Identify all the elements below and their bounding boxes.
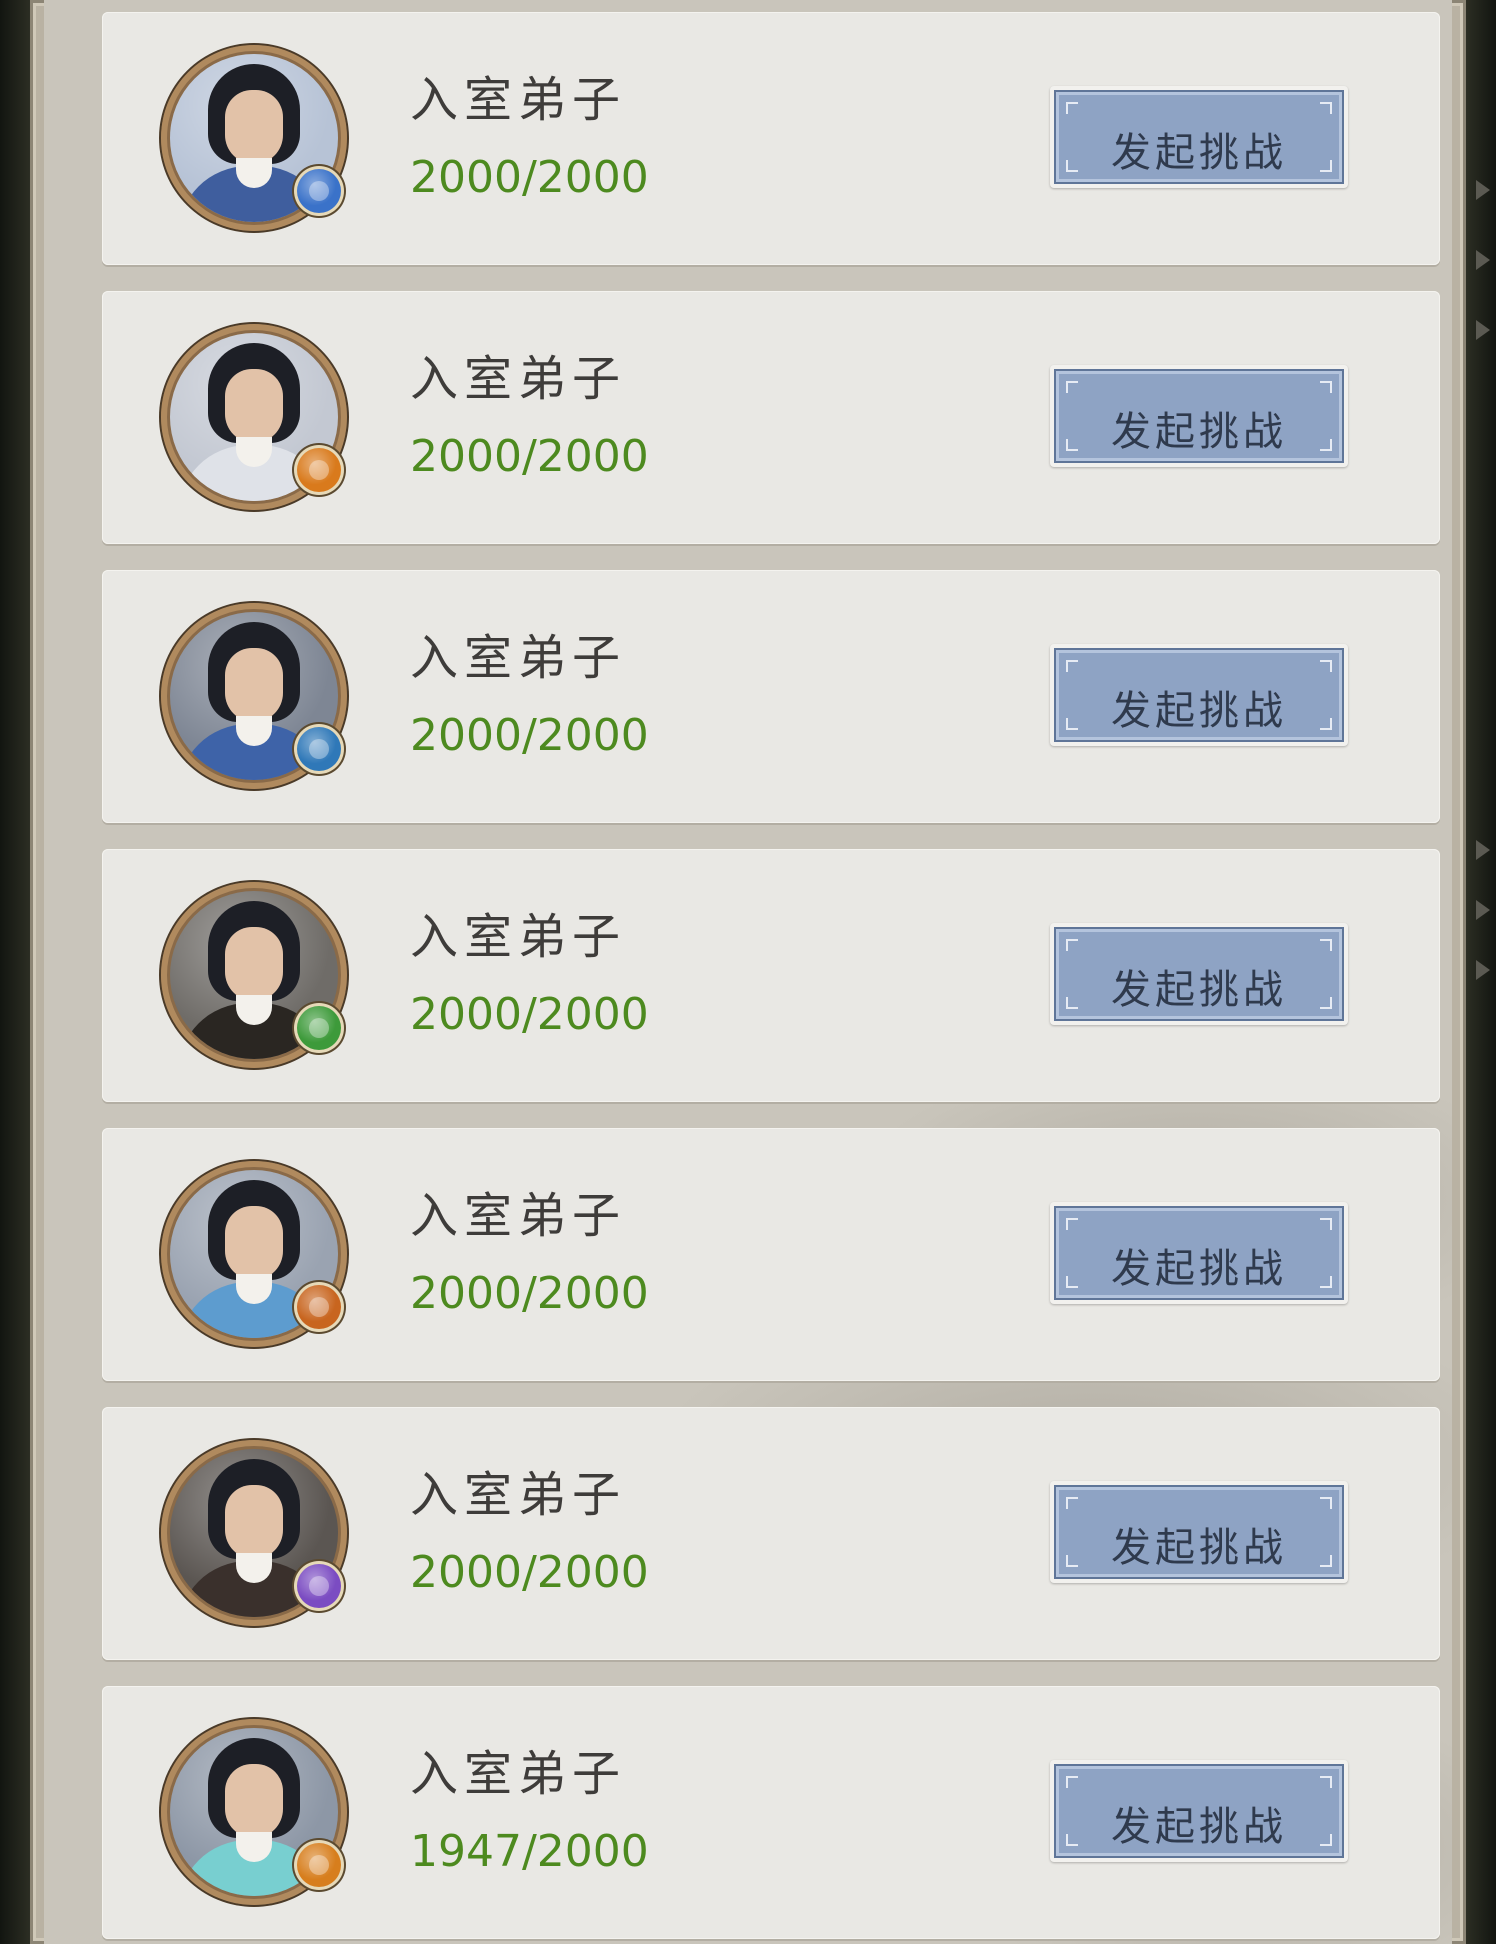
avatar[interactable] bbox=[161, 882, 347, 1068]
portrait-face bbox=[225, 369, 283, 443]
button-corner-ornament bbox=[1320, 1497, 1332, 1509]
disciple-rank-title: 入室弟子 bbox=[410, 351, 627, 407]
challenge-button-label: 发起挑战 bbox=[1111, 1804, 1287, 1850]
avatar[interactable] bbox=[161, 603, 347, 789]
frame-spike bbox=[1476, 840, 1490, 860]
challenge-button-face: 发起挑战 bbox=[1054, 369, 1344, 463]
portrait-face bbox=[225, 927, 283, 1001]
challenge-button-face: 发起挑战 bbox=[1054, 927, 1344, 1021]
frame-spike bbox=[1476, 250, 1490, 270]
avatar[interactable] bbox=[161, 1440, 347, 1626]
button-corner-ornament bbox=[1066, 381, 1078, 393]
disciple-card: 入室弟子 2000/2000 发起挑战 bbox=[102, 1128, 1440, 1381]
disciple-rank-title: 入室弟子 bbox=[410, 630, 627, 686]
avatar[interactable] bbox=[161, 324, 347, 510]
sword-skill-icon bbox=[297, 727, 341, 771]
fire-skill-icon bbox=[297, 448, 341, 492]
hp-value: 2000/2000 bbox=[410, 152, 649, 203]
portrait-face bbox=[225, 90, 283, 164]
challenge-button-label: 发起挑战 bbox=[1111, 1246, 1287, 1292]
challenge-button[interactable]: 发起挑战 bbox=[1050, 1481, 1348, 1583]
button-corner-ornament bbox=[1066, 1497, 1078, 1509]
hp-value: 2000/2000 bbox=[410, 1547, 649, 1598]
disciple-rank-title: 入室弟子 bbox=[410, 909, 627, 965]
portrait-face bbox=[225, 1764, 283, 1838]
challenge-button-face: 发起挑战 bbox=[1054, 1764, 1344, 1858]
frame-spike bbox=[1476, 180, 1490, 200]
button-corner-ornament bbox=[1320, 381, 1332, 393]
poison-skill-icon bbox=[297, 1006, 341, 1050]
button-corner-ornament bbox=[1066, 939, 1078, 951]
portrait-face bbox=[225, 1206, 283, 1280]
disciple-rank-title: 入室弟子 bbox=[410, 1746, 627, 1802]
challenge-list-panel[interactable]: 入室弟子 2000/2000 发起挑战 入室弟子 2000/2000 发起挑战 … bbox=[44, 0, 1452, 1944]
frame-spike bbox=[1476, 900, 1490, 920]
avatar[interactable] bbox=[161, 45, 347, 231]
disciple-card: 入室弟子 2000/2000 发起挑战 bbox=[102, 570, 1440, 823]
disciple-card: 入室弟子 2000/2000 发起挑战 bbox=[102, 849, 1440, 1102]
water-skill-icon bbox=[297, 169, 341, 213]
frame-spike bbox=[1476, 320, 1490, 340]
disciple-rank-title: 入室弟子 bbox=[410, 72, 627, 128]
portrait-face bbox=[225, 1485, 283, 1559]
button-corner-ornament bbox=[1320, 939, 1332, 951]
hp-value: 2000/2000 bbox=[410, 710, 649, 761]
challenge-button-face: 发起挑战 bbox=[1054, 1485, 1344, 1579]
challenge-button[interactable]: 发起挑战 bbox=[1050, 644, 1348, 746]
challenge-button[interactable]: 发起挑战 bbox=[1050, 1202, 1348, 1304]
challenge-button-face: 发起挑战 bbox=[1054, 90, 1344, 184]
disciple-list: 入室弟子 2000/2000 发起挑战 入室弟子 2000/2000 发起挑战 … bbox=[102, 12, 1440, 1944]
button-corner-ornament bbox=[1066, 102, 1078, 114]
blade-skill-icon bbox=[297, 1285, 341, 1329]
disciple-card: 入室弟子 2000/2000 发起挑战 bbox=[102, 291, 1440, 544]
fire-skill-icon bbox=[297, 1843, 341, 1887]
disciple-rank-title: 入室弟子 bbox=[410, 1467, 627, 1523]
challenge-button-label: 发起挑战 bbox=[1111, 967, 1287, 1013]
button-corner-ornament bbox=[1066, 1776, 1078, 1788]
button-corner-ornament bbox=[1320, 1776, 1332, 1788]
button-corner-ornament bbox=[1066, 1218, 1078, 1230]
challenge-button-face: 发起挑战 bbox=[1054, 648, 1344, 742]
challenge-button-label: 发起挑战 bbox=[1111, 130, 1287, 176]
challenge-button-label: 发起挑战 bbox=[1111, 409, 1287, 455]
hp-value: 2000/2000 bbox=[410, 989, 649, 1040]
challenge-button[interactable]: 发起挑战 bbox=[1050, 1760, 1348, 1862]
arcane-skill-icon bbox=[297, 1564, 341, 1608]
challenge-button[interactable]: 发起挑战 bbox=[1050, 86, 1348, 188]
portrait-face bbox=[225, 648, 283, 722]
disciple-rank-title: 入室弟子 bbox=[410, 1188, 627, 1244]
button-corner-ornament bbox=[1320, 102, 1332, 114]
avatar[interactable] bbox=[161, 1719, 347, 1905]
disciple-card: 入室弟子 2000/2000 发起挑战 bbox=[102, 1407, 1440, 1660]
disciple-card: 入室弟子 1947/2000 发起挑战 bbox=[102, 1686, 1440, 1939]
challenge-button[interactable]: 发起挑战 bbox=[1050, 365, 1348, 467]
hp-value: 2000/2000 bbox=[410, 431, 649, 482]
challenge-button-face: 发起挑战 bbox=[1054, 1206, 1344, 1300]
challenge-button-label: 发起挑战 bbox=[1111, 1525, 1287, 1571]
hp-value: 2000/2000 bbox=[410, 1268, 649, 1319]
button-corner-ornament bbox=[1066, 660, 1078, 672]
button-corner-ornament bbox=[1320, 660, 1332, 672]
hp-value: 1947/2000 bbox=[410, 1826, 649, 1877]
avatar[interactable] bbox=[161, 1161, 347, 1347]
frame-spike bbox=[1476, 960, 1490, 980]
challenge-button[interactable]: 发起挑战 bbox=[1050, 923, 1348, 1025]
challenge-button-label: 发起挑战 bbox=[1111, 688, 1287, 734]
button-corner-ornament bbox=[1320, 1218, 1332, 1230]
disciple-card: 入室弟子 2000/2000 发起挑战 bbox=[102, 12, 1440, 265]
